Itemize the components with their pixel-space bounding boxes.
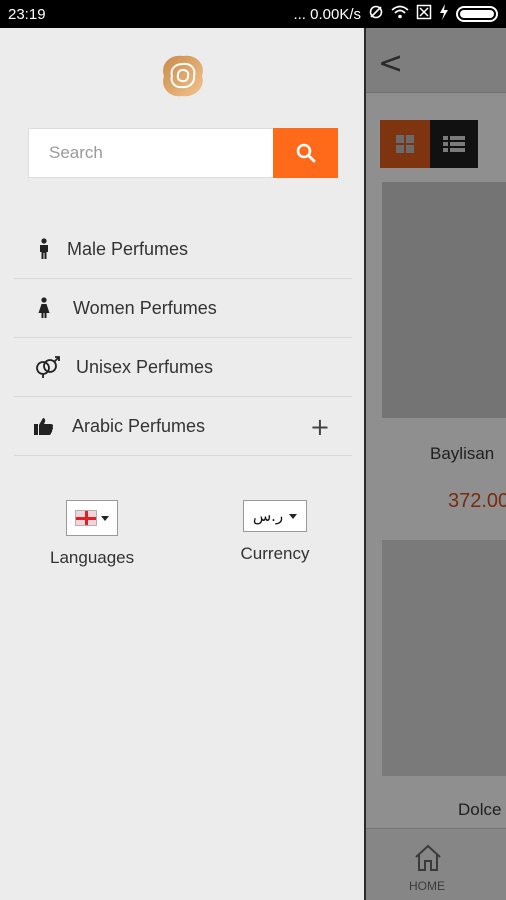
charging-icon	[439, 4, 449, 24]
product-image[interactable]	[382, 182, 506, 418]
language-label: Languages	[50, 548, 135, 567]
product-name[interactable]: Baylisan	[430, 444, 494, 464]
menu-item-label: Women Perfumes	[73, 297, 217, 318]
sync-icon	[368, 4, 384, 24]
network-speed: ... 0.00K/s	[293, 5, 361, 23]
menu-item-arabic-perfumes[interactable]: Arabic Perfumes +	[14, 397, 352, 456]
battery-icon	[456, 6, 498, 22]
currency-label: Currency	[240, 544, 310, 563]
header-divider	[366, 92, 506, 93]
status-bar: 23:19 ... 0.00K/s	[0, 0, 506, 28]
expand-plus-icon[interactable]: +	[310, 413, 330, 441]
background-screen: < Baylisan 372.00 Dolce HOME	[366, 28, 506, 900]
currency-value: ر.س	[252, 507, 284, 525]
thumbs-up-icon	[34, 415, 54, 437]
chevron-down-icon	[289, 513, 298, 519]
currency-dropdown[interactable]: ر.س	[243, 500, 307, 532]
menu-item-unisex-perfumes[interactable]: Unisex Perfumes	[14, 338, 352, 397]
grid-view-toggle[interactable]	[380, 120, 430, 168]
product-price: 372.00	[448, 490, 506, 512]
menu-item-label: Male Perfumes	[67, 238, 189, 259]
back-arrow-icon[interactable]: <	[378, 46, 403, 81]
search-button[interactable]	[273, 128, 338, 178]
background-header: <	[366, 28, 506, 92]
sim-icon	[416, 4, 432, 24]
language-selector: Languages	[50, 500, 134, 568]
bottom-nav: HOME	[366, 828, 506, 900]
menu-item-women-perfumes[interactable]: Women Perfumes	[14, 279, 352, 338]
list-view-toggle[interactable]	[430, 120, 478, 168]
navigation-drawer: Male Perfumes Women Perfumes Unisex Perf…	[0, 28, 366, 900]
chevron-down-icon	[101, 515, 109, 521]
product-name[interactable]: Dolce	[458, 800, 501, 820]
search-icon	[296, 143, 315, 163]
status-time: 23:19	[8, 5, 46, 23]
home-label[interactable]: HOME	[409, 879, 445, 893]
grid-icon	[396, 135, 414, 153]
brand-logo-icon	[163, 55, 203, 97]
wifi-icon	[391, 5, 409, 23]
search-input[interactable]	[49, 143, 273, 163]
home-icon[interactable]	[413, 843, 443, 873]
menu-item-label: Unisex Perfumes	[76, 356, 214, 377]
currency-selector: ر.س Currency	[238, 500, 312, 564]
list-icon	[443, 136, 465, 152]
category-menu: Male Perfumes Women Perfumes Unisex Perf…	[14, 220, 352, 456]
language-dropdown[interactable]	[66, 500, 118, 536]
female-icon	[34, 297, 54, 319]
product-image[interactable]	[382, 540, 506, 776]
search-box	[28, 128, 274, 178]
uk-flag-icon	[75, 510, 97, 526]
menu-item-male-perfumes[interactable]: Male Perfumes	[14, 220, 352, 279]
menu-item-label: Arabic Perfumes	[72, 415, 206, 436]
unisex-icon	[34, 356, 62, 378]
male-icon	[34, 238, 54, 260]
